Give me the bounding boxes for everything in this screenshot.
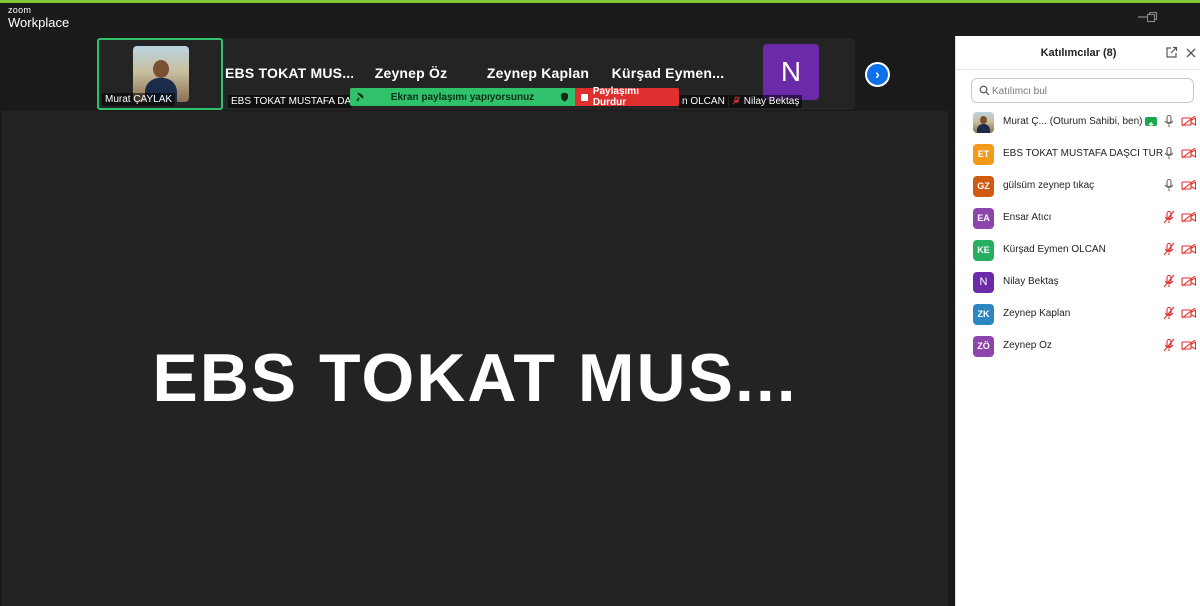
avatar: ZÖ	[973, 336, 994, 357]
participant-row[interactable]: GZ gülsüm zeynep tıkaç	[956, 175, 1200, 205]
avatar: N	[973, 272, 994, 293]
tile-name-tag: n OLCAN	[679, 95, 728, 108]
avatar: N	[763, 44, 819, 100]
tile-big-name: Zeynep Öz	[374, 65, 448, 81]
search-icon	[979, 85, 990, 96]
participant-role: (Oturum Sahibi, ben)	[1049, 116, 1143, 127]
chevron-right-icon[interactable]: ›	[865, 62, 890, 87]
screen-share-icon	[1145, 117, 1157, 128]
pop-out-icon[interactable]	[1165, 46, 1179, 60]
stop-icon	[581, 93, 588, 101]
video-off-icon[interactable]	[1181, 243, 1197, 255]
avatar: ET	[973, 144, 994, 165]
logo-zoom-text: zoom	[8, 5, 32, 15]
participant-row[interactable]: ET EBS TOKAT MUSTAFA DAŞCI TUR...	[956, 143, 1200, 173]
participant-row[interactable]: KE Kürşad Eymen OLCAN	[956, 239, 1200, 269]
video-off-icon[interactable]	[1181, 339, 1197, 351]
main-video-stage[interactable]: EBS TOKAT MUS...	[2, 111, 948, 606]
participant-name: Kürşad Eymen OLCAN	[1003, 244, 1106, 255]
title-bar: zoom Workplace	[0, 3, 1200, 36]
logo-workplace-text: Workplace	[8, 15, 70, 30]
avatar: ZK	[973, 304, 994, 325]
tile-name-tag: EBS TOKAT MUSTAFA DAŞ...	[228, 95, 352, 108]
avatar: EA	[973, 208, 994, 229]
zoom-logo: zoom Workplace	[8, 5, 70, 30]
tile-name-text: Nilay Bektaş	[743, 96, 800, 107]
tile-big-name: Kürşad Eymen...	[611, 65, 725, 81]
zoom-app-window: zoom Workplace Murat ÇAYLAK EBS TOKAT MU…	[0, 0, 1200, 606]
participant-row[interactable]: ZK Zeynep Kaplan	[956, 303, 1200, 333]
share-status-text: Ekran paylaşımı yapıyorsunuz	[390, 91, 535, 103]
avatar: GZ	[973, 176, 994, 197]
mic-muted-icon[interactable]	[1163, 210, 1175, 224]
participant-name: Murat Ç... (Oturum Sahibi, ben)	[1003, 116, 1143, 127]
video-off-icon[interactable]	[1181, 179, 1197, 191]
panel-header: Katılımcılar (8)	[956, 36, 1200, 70]
tile-name-tag: Nilay Bektaş	[729, 95, 803, 108]
participant-search[interactable]	[971, 78, 1194, 103]
video-off-icon[interactable]	[1181, 307, 1197, 319]
restore-icon[interactable]	[1145, 11, 1159, 26]
share-status[interactable]: Ekran paylaşımı yapıyorsunuz	[350, 88, 575, 106]
shield-icon	[560, 92, 568, 102]
stop-share-label: Paylaşımı Durdur	[592, 86, 639, 108]
participant-name: Nilay Bektaş	[1003, 276, 1059, 287]
participant-row[interactable]: EA Ensar Atıcı	[956, 207, 1200, 237]
participant-name: gülsüm zeynep tıkaç	[1003, 180, 1095, 191]
video-tile-ebs[interactable]: EBS TOKAT MUS... EBS TOKAT MUSTAFA DAŞ..…	[225, 38, 355, 110]
participant-name: EBS TOKAT MUSTAFA DAŞCI TUR...	[1003, 148, 1163, 159]
mic-muted-icon[interactable]	[1163, 274, 1175, 288]
mic-icon[interactable]	[1163, 146, 1175, 160]
mic-muted-icon[interactable]	[1163, 338, 1175, 352]
video-off-icon[interactable]	[1181, 275, 1197, 287]
mic-muted-icon[interactable]	[1163, 242, 1175, 256]
video-tile-murat[interactable]: Murat ÇAYLAK	[97, 38, 223, 110]
tile-name-tag: Murat ÇAYLAK	[102, 93, 176, 106]
participant-row[interactable]: ZÖ Zeynep Öz	[956, 335, 1200, 365]
tile-big-name: Zeynep Kaplan	[486, 65, 590, 81]
close-icon[interactable]	[1185, 46, 1199, 60]
video-tile-nilay[interactable]: N Nilay Bektaş	[729, 38, 853, 110]
participant-name-text: Murat Ç...	[1003, 116, 1047, 127]
avatar	[973, 112, 994, 133]
stop-share-button[interactable]: Paylaşımı Durdur	[575, 86, 679, 108]
participant-name: Zeynep Öz	[1003, 340, 1052, 351]
avatar: KE	[973, 240, 994, 261]
participant-name: Ensar Atıcı	[1003, 212, 1052, 223]
participant-name: Zeynep Kaplan	[1003, 308, 1071, 319]
screen-share-bar: Ekran paylaşımı yapıyorsunuz Paylaşımı D…	[350, 86, 679, 108]
search-input[interactable]	[992, 83, 1187, 99]
participant-row[interactable]: N Nilay Bektaş	[956, 271, 1200, 301]
video-off-icon[interactable]	[1181, 115, 1197, 127]
participants-panel: Katılımcılar (8) Murat Ç... (Oturum Sahi…	[955, 36, 1200, 606]
mic-icon[interactable]	[1163, 114, 1175, 128]
video-off-icon[interactable]	[1181, 147, 1197, 159]
mic-muted-icon	[732, 96, 741, 105]
tile-big-name: EBS TOKAT MUS...	[225, 65, 355, 81]
pin-icon	[356, 92, 364, 102]
video-off-icon[interactable]	[1181, 211, 1197, 223]
panel-title: Katılımcılar (8)	[1040, 47, 1117, 59]
mic-muted-icon[interactable]	[1163, 306, 1175, 320]
mic-icon[interactable]	[1163, 178, 1175, 192]
active-speaker-name: EBS TOKAT MUS...	[152, 340, 798, 416]
meeting-main-area: Murat ÇAYLAK EBS TOKAT MUS... EBS TOKAT …	[0, 36, 955, 606]
participant-row[interactable]: Murat Ç... (Oturum Sahibi, ben)	[956, 111, 1200, 141]
